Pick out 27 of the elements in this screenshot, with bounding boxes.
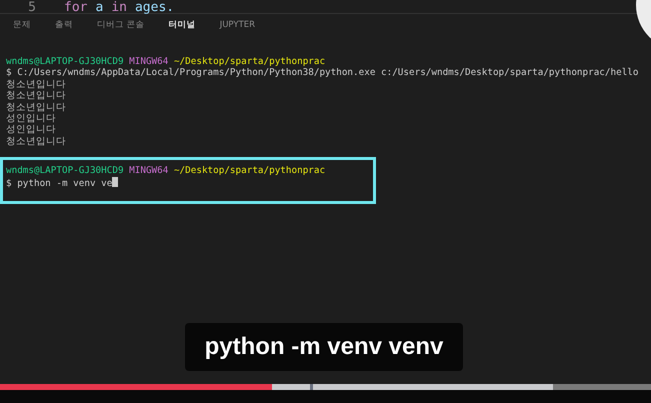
code-token: ages. xyxy=(134,1,174,14)
output-line: 청소년입니다 xyxy=(6,102,66,113)
code-token: a xyxy=(95,1,104,14)
prompt-path: ~/Desktop/sparta/pythonprac xyxy=(174,165,326,176)
panel-tab[interactable]: 터미널 xyxy=(162,16,202,34)
prompt-env: MINGW64 xyxy=(129,165,168,176)
prompt-env: MINGW64 xyxy=(129,56,168,67)
output-line: 청소년입니다 xyxy=(6,90,66,102)
text-cursor xyxy=(112,176,118,187)
prompt-user: wndms@LAPTOP-GJ30HCD9 xyxy=(6,165,124,176)
code-token: for xyxy=(64,1,88,14)
panel-tab[interactable]: 문제 xyxy=(7,16,37,34)
chapter-marker xyxy=(310,384,313,390)
video-caption: python -m venv venv xyxy=(185,323,463,371)
panel-tab[interactable]: 출력 xyxy=(49,16,79,34)
command-text: $ python -m venv ve xyxy=(6,178,112,189)
output-line: 성인입니다 xyxy=(6,124,56,136)
prompt-user: wndms@LAPTOP-GJ30HCD9 xyxy=(6,56,124,67)
output-line: 성인입니다 xyxy=(6,112,56,124)
output-line: 청소년입니다 xyxy=(6,136,66,147)
command-line: $ C:/Users/wndms/AppData/Local/Programs/Python/Python38/python.exe c:/Users/wndms/Desktop/sparta/pythonprac/hello xyxy=(6,67,638,78)
panel-tab[interactable]: 디버그 콘솔 xyxy=(91,16,151,34)
line-number: 5 xyxy=(27,1,36,14)
output-line: 청소년입니다 xyxy=(6,78,66,90)
panel-tab[interactable]: JUPYTER xyxy=(214,17,262,33)
code-token: in xyxy=(111,1,127,14)
prompt-path: ~/Desktop/sparta/pythonprac xyxy=(174,56,326,67)
